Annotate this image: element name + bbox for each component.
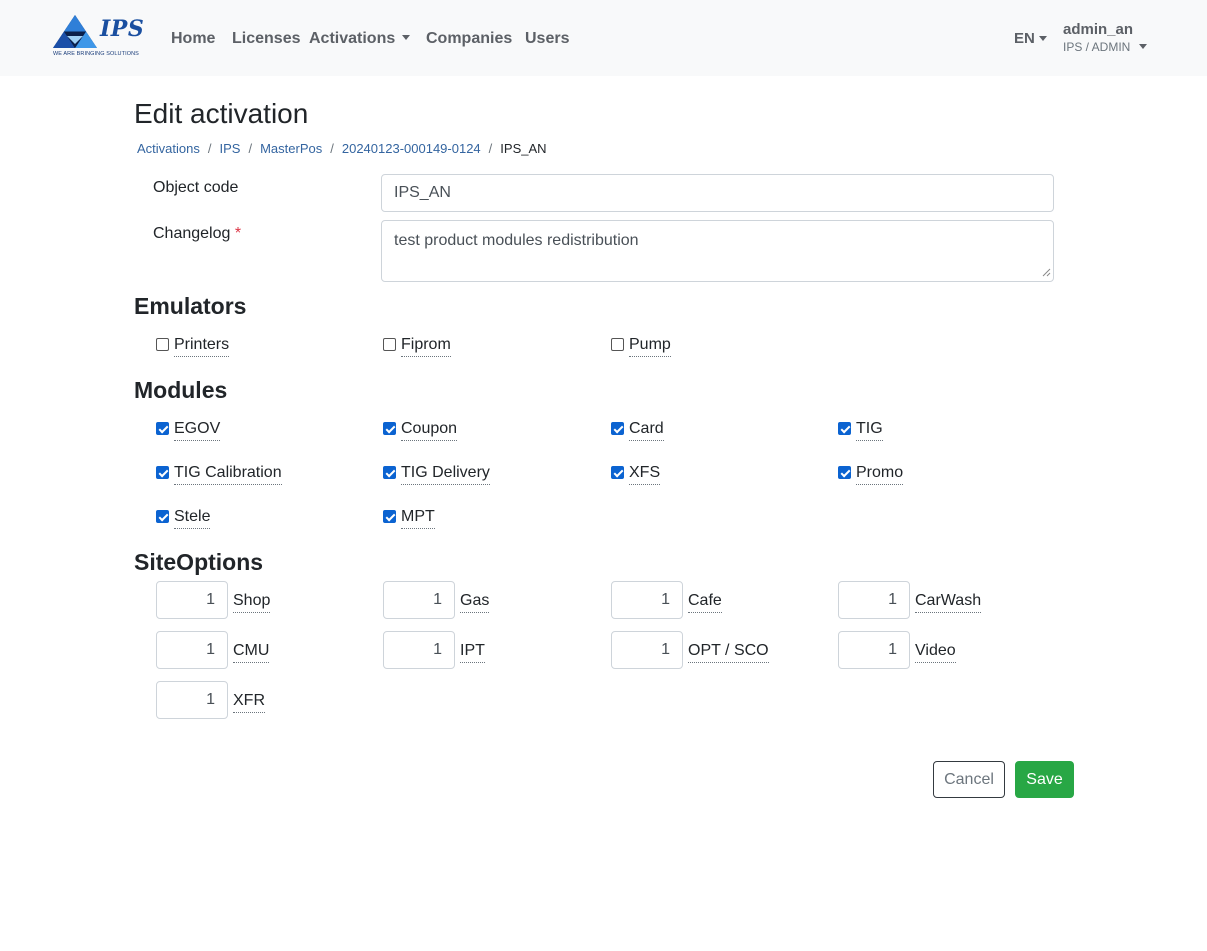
checkbox-checked[interactable]: [611, 466, 624, 479]
cancel-button[interactable]: Cancel: [933, 761, 1005, 798]
changelog-label: Changelog *: [153, 224, 241, 244]
number-input-label: OPT / SCO: [688, 641, 769, 663]
checkbox-label: Fiprom: [401, 335, 451, 357]
brand-logo[interactable]: IPS WE ARE BRINGING SOLUTIONS: [52, 14, 144, 60]
number-input-label: Shop: [233, 591, 271, 613]
nav-licenses[interactable]: Licenses: [232, 28, 300, 50]
object-code-label: Object code: [153, 179, 239, 196]
checkbox-label: Promo: [856, 463, 904, 485]
brand-tagline: WE ARE BRINGING SOLUTIONS: [53, 51, 139, 57]
number-input[interactable]: [383, 631, 455, 669]
number-input[interactable]: [838, 581, 910, 619]
modules-title: Modules: [134, 377, 228, 403]
logo-triangle-icon: [53, 15, 97, 48]
checkbox-checked[interactable]: [156, 466, 169, 479]
number-input-label: CarWash: [915, 591, 982, 613]
checkbox-checked[interactable]: [383, 510, 396, 523]
checkbox-label: MPT: [401, 507, 435, 529]
chevron-down-icon: [1038, 35, 1047, 41]
checkbox-unchecked[interactable]: [611, 338, 624, 351]
chevron-down-icon: [1139, 44, 1148, 50]
breadcrumb-activations[interactable]: Activations: [137, 141, 200, 156]
number-input[interactable]: [156, 631, 228, 669]
changelog-label-text: Changelog: [153, 225, 231, 242]
number-input[interactable]: [838, 631, 910, 669]
breadcrumb-current: IPS_AN: [500, 141, 547, 156]
breadcrumb: Activations / IPS / MasterPos/20240123-00014…: [137, 141, 547, 156]
save-button[interactable]: Save: [1015, 761, 1074, 798]
number-input[interactable]: [156, 581, 228, 619]
nav-activations-label: Activations: [309, 30, 396, 47]
checkbox-checked[interactable]: [838, 466, 851, 479]
checkbox-checked[interactable]: [611, 422, 624, 435]
breadcrumb-license[interactable]: 20240123-000149-0124: [342, 141, 481, 156]
checkbox-label: TIG Delivery: [401, 463, 490, 485]
number-input[interactable]: [156, 681, 228, 719]
emulators-title: Emulators: [134, 293, 247, 319]
required-mark: *: [234, 225, 242, 242]
nav-home[interactable]: Home: [171, 28, 215, 50]
checkbox-checked[interactable]: [838, 422, 851, 435]
number-input-label: CMU: [233, 641, 270, 663]
object-code-input[interactable]: [381, 174, 1054, 212]
checkbox-label: TIG Calibration: [174, 463, 282, 485]
checkbox-unchecked[interactable]: [156, 338, 169, 351]
nav-users[interactable]: Users: [525, 28, 569, 50]
checkbox-unchecked[interactable]: [383, 338, 396, 351]
number-input[interactable]: [611, 631, 683, 669]
resize-grip-icon[interactable]: [1041, 267, 1051, 277]
user-role[interactable]: IPS / ADMIN: [1063, 40, 1148, 55]
breadcrumb-company[interactable]: IPS: [220, 141, 241, 156]
breadcrumb-product[interactable]: MasterPos: [260, 141, 322, 156]
brand-name: IPS: [100, 16, 145, 42]
language-selector[interactable]: EN: [1014, 28, 1047, 50]
language-label: EN: [1014, 30, 1035, 47]
checkbox-label: Stele: [174, 507, 211, 529]
number-input[interactable]: [383, 581, 455, 619]
changelog-textarea[interactable]: test product modules redistribution: [381, 220, 1054, 282]
checkbox-checked[interactable]: [156, 510, 169, 523]
checkbox-checked[interactable]: [156, 422, 169, 435]
checkbox-label: TIG: [856, 419, 883, 441]
checkbox-label: Printers: [174, 335, 230, 357]
nav-activations[interactable]: Activations: [309, 28, 411, 50]
siteoptions-title: SiteOptions: [134, 549, 264, 575]
checkbox-label: Card: [629, 419, 664, 441]
number-input-label: Cafe: [688, 591, 722, 613]
page-title: Edit activation: [134, 98, 309, 129]
checkbox-label: XFS: [629, 463, 661, 485]
user-role-label: IPS / ADMIN: [1063, 40, 1131, 54]
checkbox-checked[interactable]: [383, 422, 396, 435]
checkbox-label: Coupon: [401, 419, 458, 441]
nav-companies[interactable]: Companies: [426, 28, 512, 50]
checkbox-label: EGOV: [174, 419, 221, 441]
user-name[interactable]: admin_an: [1063, 21, 1133, 39]
chevron-down-icon: [402, 35, 411, 41]
number-input[interactable]: [611, 581, 683, 619]
number-input-label: Gas: [460, 591, 490, 613]
number-input-label: Video: [915, 641, 956, 663]
number-input-label: IPT: [460, 641, 485, 663]
checkbox-label: Pump: [629, 335, 671, 357]
top-navbar: IPS WE ARE BRINGING SOLUTIONS Home Licen…: [0, 0, 1207, 76]
number-input-label: XFR: [233, 691, 265, 713]
checkbox-checked[interactable]: [383, 466, 396, 479]
